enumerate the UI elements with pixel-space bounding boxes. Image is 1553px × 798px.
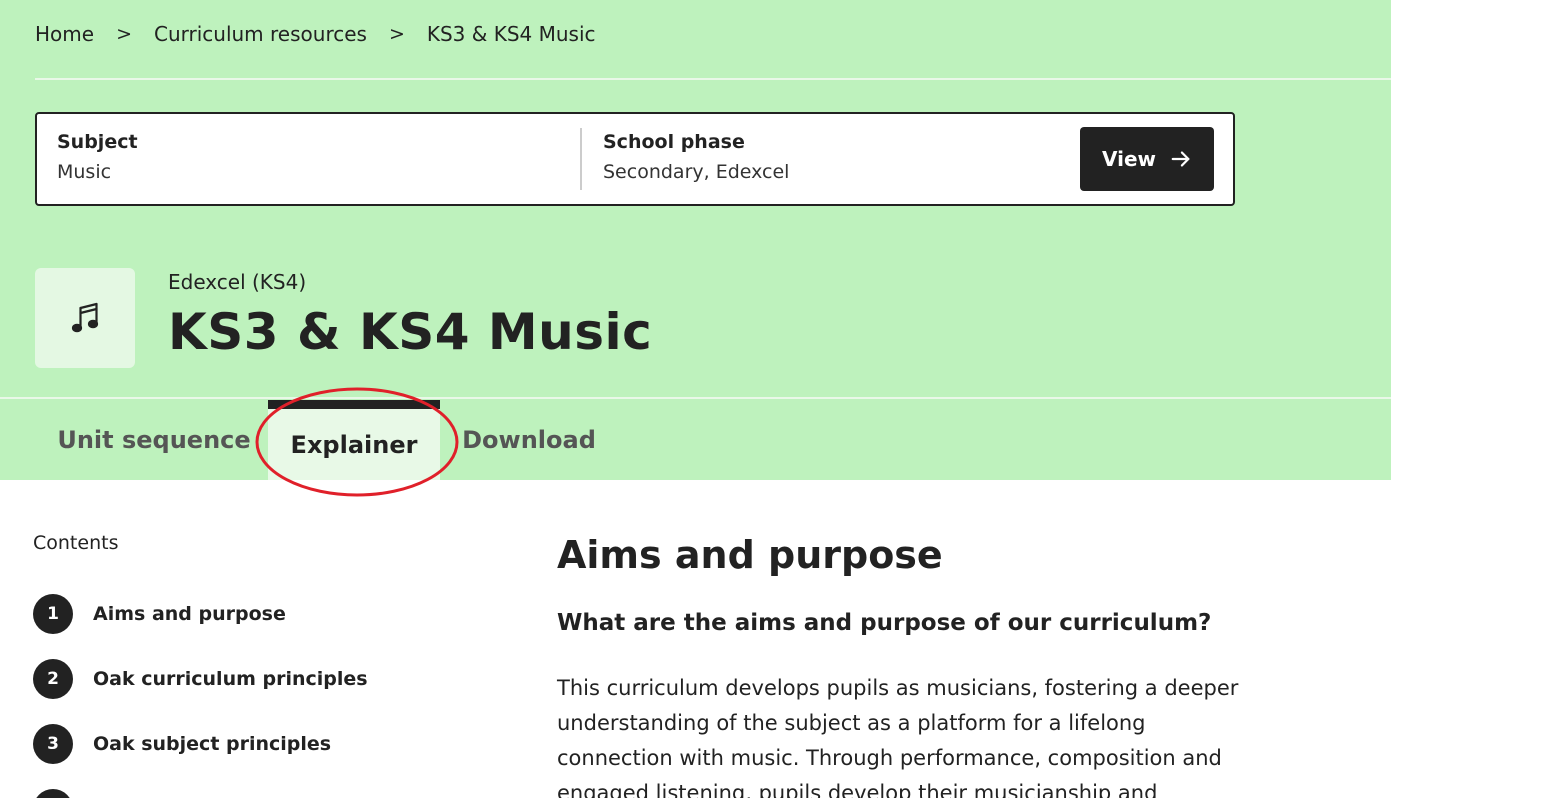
filter-divider — [580, 128, 582, 190]
view-button-label: View — [1101, 147, 1157, 171]
breadcrumb-current[interactable]: KS3 & KS4 Music — [427, 22, 596, 46]
breadcrumb-separator: > — [116, 23, 132, 45]
subject-value: Music — [57, 161, 112, 183]
contents-item-number: 1 — [33, 594, 73, 634]
contents-item-curriculum-principles[interactable]: 2 Oak curriculum principles — [33, 658, 433, 700]
breadcrumb-curriculum-resources[interactable]: Curriculum resources — [154, 22, 367, 46]
divider — [35, 78, 1391, 80]
tab-explainer[interactable]: Explainer — [268, 400, 440, 480]
subject-icon-tile — [35, 268, 135, 368]
school-phase-filter[interactable]: School phase Secondary, Edexcel — [603, 128, 789, 188]
contents-item-label: Oak curriculum principles — [93, 668, 368, 690]
breadcrumb-separator: > — [388, 23, 405, 45]
music-note-icon — [71, 302, 99, 333]
subject-filter[interactable]: Subject Music — [57, 128, 138, 188]
contents-item-number: 2 — [33, 659, 73, 699]
contents-item-number: 3 — [33, 724, 73, 764]
contents-item-subject-principles[interactable]: 3 Oak subject principles — [33, 723, 433, 765]
page-title: KS3 & KS4 Music — [168, 303, 653, 361]
subject-label: Subject — [57, 131, 138, 153]
contents-item-label: Aims and purpose — [93, 603, 286, 625]
contents-item-partial[interactable] — [33, 788, 433, 798]
school-phase-value: Secondary, Edexcel — [603, 161, 790, 183]
contents-item-number — [33, 789, 73, 798]
contents-item-aims[interactable]: 1 Aims and purpose — [33, 593, 433, 635]
view-button[interactable]: View — [1080, 127, 1214, 191]
arrow-right-icon — [1171, 151, 1190, 167]
contents-item-label: Oak subject principles — [93, 733, 332, 755]
tab-unit-sequence[interactable]: Unit sequence — [36, 400, 272, 480]
section-paragraph: This curriculum develops pupils as music… — [557, 676, 1239, 798]
section-subtitle: What are the aims and purpose of our cur… — [557, 610, 1212, 636]
school-phase-label: School phase — [603, 131, 745, 153]
exam-board-label: Edexcel (KS4) — [168, 270, 307, 294]
contents-heading: Contents — [33, 532, 119, 554]
breadcrumb: Home > Curriculum resources > KS3 & KS4 … — [35, 20, 596, 48]
section-title: Aims and purpose — [557, 533, 943, 577]
tab-download[interactable]: Download — [444, 400, 614, 480]
subject-phase-selector: Subject Music School phase Secondary, Ed… — [35, 112, 1235, 206]
breadcrumb-home[interactable]: Home — [35, 22, 94, 46]
divider — [0, 397, 1391, 399]
